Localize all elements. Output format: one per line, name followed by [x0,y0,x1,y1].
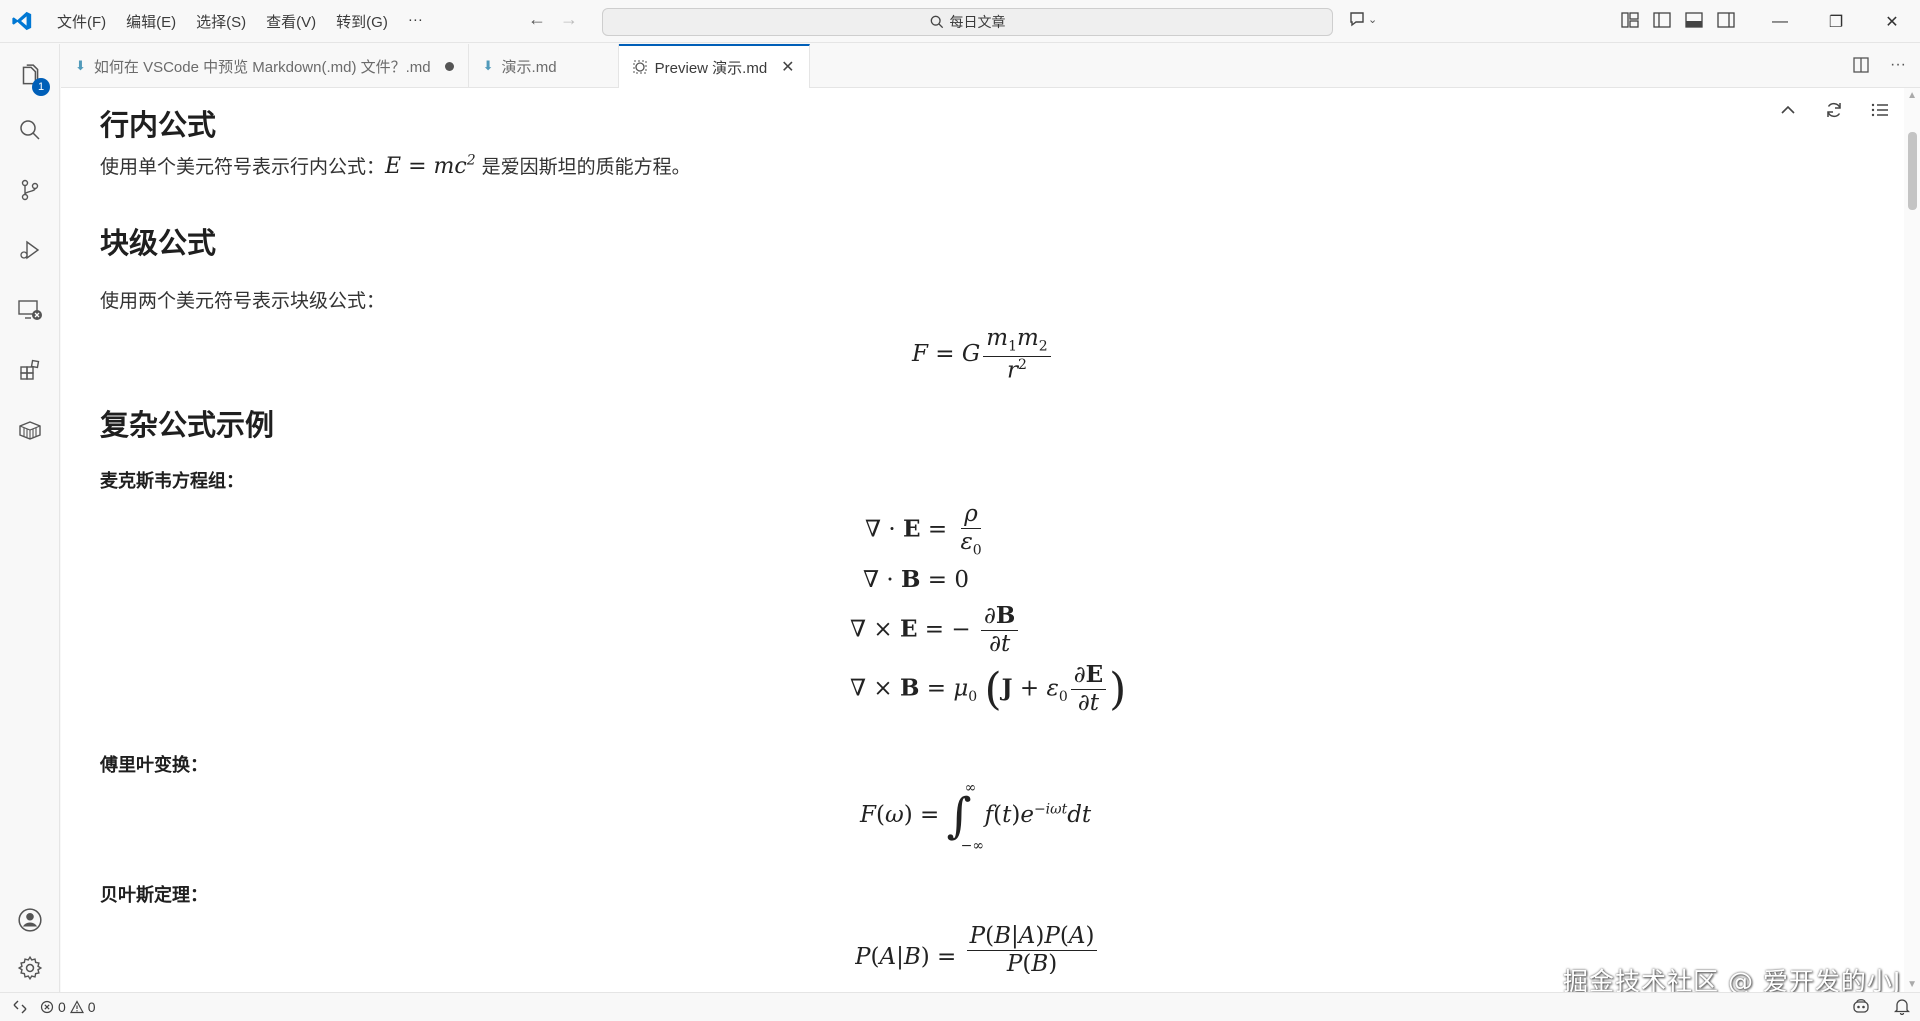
maxwell-eq-2: ∇ · B = 0 [863,566,969,593]
error-count: 0 [58,998,66,1015]
markdown-preview: 行内公式 使用单个美元符号表示行内公式：E = mc2 是爱因斯坦的质能方程。 … [61,88,1904,992]
outline-list-icon[interactable] [1870,100,1890,120]
search-icon [930,15,943,29]
menu-go[interactable]: 转到(G) [326,7,398,36]
tab-label: 如何在 VSCode 中预览 Markdown(.md) 文件？.md [93,58,431,76]
maxwell-eq-3: ∇ × E = − ∂B ∂t [850,603,1021,658]
problems-indicator[interactable]: 0 0 [40,999,96,1015]
tab-how-to-preview-md[interactable]: ⬇ 如何在 VSCode 中预览 Markdown(.md) 文件？.md [61,44,469,88]
editor-tabs: ⬇ 如何在 VSCode 中预览 Markdown(.md) 文件？.md ⬇ … [61,44,1920,88]
toggle-secondary-sidebar-icon[interactable] [1716,10,1736,30]
run-debug-icon[interactable] [0,226,60,274]
tab-label: 演示.md [501,58,557,76]
title-bar: 文件(F) 编辑(E) 选择(S) 查看(V) 转到(G) ··· ← → 每日… [0,0,1920,43]
preview-toolbar [1778,100,1890,120]
back-arrow-icon[interactable]: ← [528,9,546,30]
vscode-logo-icon [0,0,43,43]
accounts-icon[interactable] [0,896,60,944]
menu-more[interactable]: ··· [398,7,433,36]
menu-selection[interactable]: 选择(S) [186,7,256,36]
editor-actions: ··· [1852,56,1906,74]
bayes-equation: P(A|B) = P(B|A)P(A) P(B) [855,924,1100,974]
minimize-icon[interactable]: — [1752,0,1808,43]
tab-preview-demo-md[interactable]: Preview 演示.md ✕ [618,44,810,88]
markdown-file-icon: ⬇ [482,58,494,73]
scroll-up-arrow-icon[interactable]: ▲ [1907,90,1917,101]
label-bayes: 贝叶斯定理： [100,885,208,906]
heading-complex-examples: 复杂公式示例 [100,408,275,442]
fourier-equation: F(ω) = ∫ ∞ −∞ f(t)e−iωtdt [860,780,1092,854]
search-view-icon[interactable] [0,106,60,154]
error-icon [40,1000,54,1013]
copilot-status-icon[interactable] [1852,997,1870,1015]
heading-inline-formula: 行内公式 [100,108,217,142]
layout-controls [1620,10,1736,30]
settings-gear-icon[interactable] [0,944,60,992]
unsaved-dot-icon[interactable] [444,61,454,71]
scrollbar-thumb[interactable] [1908,132,1917,210]
source-control-icon[interactable] [0,166,60,214]
maxwell-eq-1: ∇ · E = ρ ε0 [865,501,982,559]
markdown-file-icon: ⬇ [75,58,86,73]
inline-text-after: 是爱因斯坦的质能方程。 [481,156,691,178]
menu-bar: 文件(F) 编辑(E) 选择(S) 查看(V) 转到(G) ··· [47,7,433,36]
command-center-search[interactable]: 每日文章 [602,8,1333,36]
window-controls: — ❐ ✕ [1752,0,1920,43]
block-formula-paragraph: 使用两个美元符号表示块级公式： [100,290,386,312]
customize-layout-icon[interactable] [1620,10,1640,30]
heading-block-formula: 块级公式 [100,226,217,260]
close-icon[interactable]: ✕ [1864,0,1920,43]
chevron-down-icon: ⌄ [1368,13,1378,26]
split-editor-icon[interactable] [1852,56,1870,74]
refresh-icon[interactable] [1824,100,1844,120]
containers-icon[interactable] [0,406,60,454]
copilot-chat-icon [1350,12,1364,27]
tab-demo-md[interactable]: ⬇ 演示.md [469,44,619,88]
status-right [1852,997,1910,1015]
search-text: 每日文章 [949,14,1006,30]
menu-edit[interactable]: 编辑(E) [116,7,186,36]
gravity-equation: F = Gm1m2 r2 [912,325,1054,384]
tab-label: Preview 演示.md [654,59,768,77]
more-actions-icon[interactable]: ··· [1890,56,1906,74]
label-fourier: 傅里叶变换： [100,755,208,776]
close-tab-icon[interactable]: ✕ [781,57,794,77]
scroll-down-arrow-icon[interactable]: ▼ [1907,979,1917,990]
activity-bar: 1 [0,44,60,992]
remote-indicator-icon[interactable] [0,993,40,1021]
inline-text-before: 使用单个美元符号表示行内公式： [100,156,386,178]
preview-scrollbar[interactable]: ▲ ▼ [1904,88,1920,992]
menu-view[interactable]: 查看(V) [256,7,326,36]
copilot-menu[interactable]: ⌄ [1348,10,1377,28]
explorer-badge: 1 [32,78,50,96]
maxwell-eq-4: ∇ × B = μ0 (J + ε0 ∂E ∂t) [850,661,1127,717]
extensions-icon[interactable] [0,346,60,394]
chevron-up-icon[interactable] [1778,100,1798,120]
forward-arrow-icon[interactable]: → [560,9,578,30]
toggle-panel-icon[interactable] [1684,10,1704,30]
status-bar: 0 0 [0,992,1920,1020]
inline-math-emc2: E = mc2 [385,152,476,179]
explorer-icon[interactable]: 1 [0,52,60,100]
restore-icon[interactable]: ❐ [1808,0,1864,43]
warning-icon [69,999,84,1013]
preview-icon [633,60,647,74]
menu-file[interactable]: 文件(F) [47,7,116,36]
inline-formula-paragraph: 使用单个美元符号表示行内公式：E = mc2 是爱因斯坦的质能方程。 [100,152,691,179]
toggle-primary-sidebar-icon[interactable] [1652,10,1672,30]
notifications-bell-icon[interactable] [1894,997,1910,1015]
warning-count: 0 [87,998,96,1015]
remote-explorer-icon[interactable] [0,286,60,334]
label-maxwell: 麦克斯韦方程组： [100,471,244,492]
nav-arrows: ← → [528,9,578,30]
